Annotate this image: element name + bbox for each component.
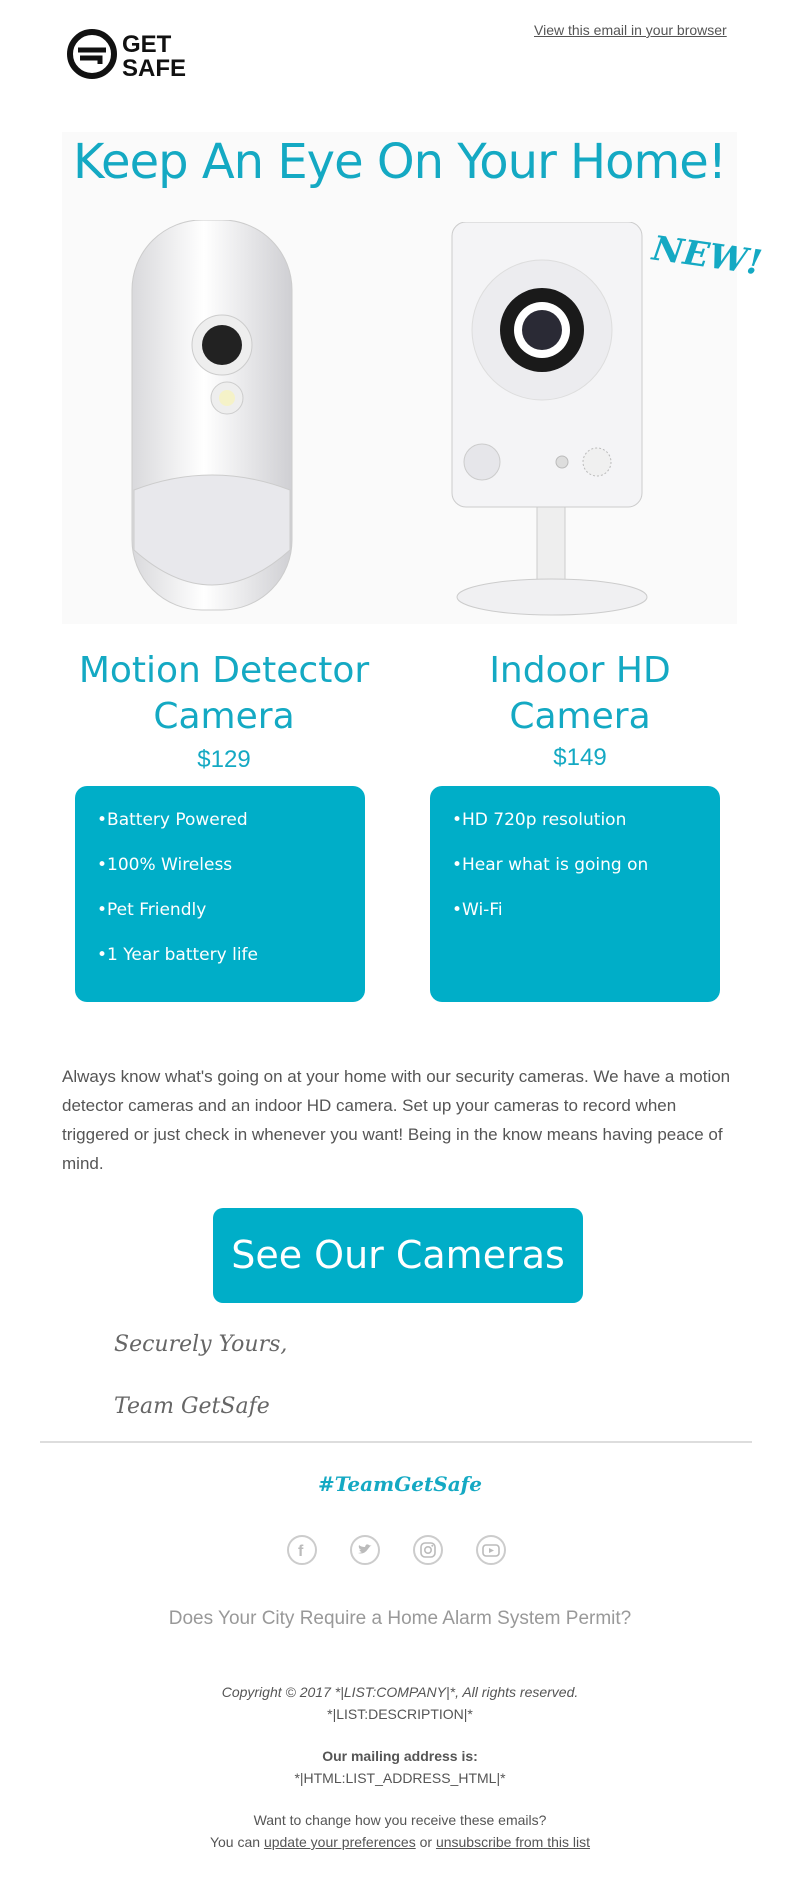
- signature-closing: Securely Yours,: [114, 1332, 288, 1357]
- svg-text:GET: GET: [122, 31, 172, 58]
- mailing-address: *|HTML:LIST_ADDRESS_HTML|*: [294, 1770, 506, 1786]
- logo-mark-icon: GET SAFE: [67, 29, 186, 80]
- feature-item: •Wi-Fi: [452, 900, 503, 920]
- svg-text:f: f: [298, 1543, 304, 1560]
- copyright-text: Copyright © 2017 *|LIST:COMPANY|*, All r…: [221, 1684, 579, 1700]
- hero-headline: Keep An Eye On Your Home!: [72, 134, 727, 190]
- unsubscribe-link[interactable]: unsubscribe from this list: [436, 1834, 590, 1850]
- facebook-icon[interactable]: f: [287, 1535, 317, 1565]
- list-description: *|LIST:DESCRIPTION|*: [327, 1706, 473, 1722]
- product-motion-detector: Motion Detector Camera $129: [74, 648, 374, 774]
- product-title: Motion Detector Camera: [78, 650, 370, 737]
- view-in-browser-link[interactable]: View this email in your browser: [534, 22, 727, 38]
- preferences-line: You can update your preferences or unsub…: [0, 1834, 800, 1850]
- youtube-icon[interactable]: [476, 1535, 506, 1565]
- feature-item: •HD 720p resolution: [452, 810, 627, 830]
- signature-name: Team GetSafe: [114, 1394, 270, 1419]
- feature-item: •100% Wireless: [97, 855, 233, 875]
- feature-item: •Hear what is going on: [452, 855, 649, 875]
- product-price: $129: [197, 746, 251, 773]
- feature-item: •Battery Powered: [97, 810, 248, 830]
- getsafe-logo[interactable]: GET SAFE: [66, 28, 196, 80]
- motion-detector-camera-image: [131, 220, 293, 611]
- preferences-question: Want to change how you receive these ema…: [253, 1812, 547, 1828]
- indoor-hd-camera-image: [451, 222, 648, 616]
- product-price: $149: [553, 744, 607, 771]
- body-paragraph: Always know what's going on at your home…: [62, 1067, 731, 1173]
- instagram-icon[interactable]: [413, 1535, 443, 1565]
- mailing-address-label: Our mailing address is:: [322, 1748, 478, 1764]
- hashtag: #TeamGetSafe: [318, 1472, 482, 1496]
- footer-divider: [40, 1441, 752, 1443]
- permit-article-link[interactable]: Does Your City Require a Home Alarm Syst…: [0, 1608, 800, 1630]
- feature-box-indoor-hd: •HD 720p resolution •Hear what is going …: [430, 786, 720, 1002]
- or-text: or: [419, 1834, 433, 1850]
- svg-text:SAFE: SAFE: [122, 55, 186, 80]
- product-indoor-hd: Indoor HD Camera $149: [430, 648, 730, 772]
- feature-item: •Pet Friendly: [97, 900, 207, 920]
- twitter-icon[interactable]: [350, 1535, 380, 1565]
- feature-item: •1 Year battery life: [97, 945, 258, 965]
- product-title: Indoor HD Camera: [489, 650, 671, 737]
- you-can-text: You can: [209, 1834, 261, 1850]
- feature-box-motion-detector: •Battery Powered •100% Wireless •Pet Fri…: [75, 786, 365, 1002]
- hero-image: [62, 132, 737, 624]
- see-our-cameras-button[interactable]: See Our Cameras: [213, 1208, 583, 1303]
- update-preferences-link[interactable]: update your preferences: [264, 1834, 416, 1850]
